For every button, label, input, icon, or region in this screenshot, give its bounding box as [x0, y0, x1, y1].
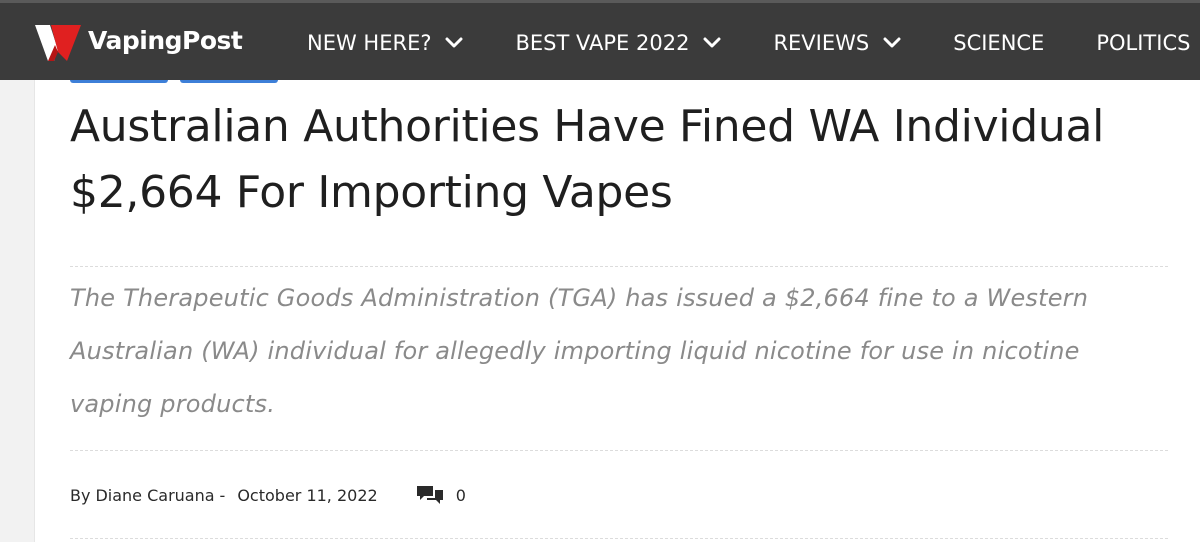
comments-link[interactable]: 0	[416, 484, 466, 506]
chevron-down-icon	[703, 37, 721, 48]
divider	[70, 538, 1168, 539]
comment-count: 0	[455, 485, 466, 505]
article-excerpt: The Therapeutic Goods Administration (TG…	[70, 284, 1089, 418]
article-title: Australian Authorities Have Fined WA Ind…	[70, 101, 1105, 218]
nav-item-science[interactable]: SCIENCE	[953, 31, 1044, 55]
top-navbar: VapingPost NEW HERE? BEST VAPE 2022 REVI…	[0, 0, 1200, 80]
vapingpost-v-logo-icon	[35, 25, 81, 61]
nav-item-label: SCIENCE	[953, 31, 1045, 55]
nav-item-new-here[interactable]: NEW HERE?	[307, 31, 463, 55]
comments-icon	[416, 486, 443, 504]
main-nav: NEW HERE? BEST VAPE 2022 REVIEWS SCIENCE…	[307, 3, 1200, 83]
publish-date: October 11, 2022	[237, 485, 378, 505]
category-tag-fragment[interactable]	[70, 80, 168, 83]
divider	[70, 266, 1168, 267]
article-meta: By Diane Caruana - October 11, 2022 0	[70, 482, 466, 508]
author-link[interactable]: Diane Caruana	[95, 486, 214, 505]
nav-item-label: BEST VAPE 2022	[515, 31, 690, 55]
byline-prefix: By	[70, 485, 91, 505]
nav-item-label: REVIEWS	[773, 31, 870, 55]
divider	[70, 450, 1168, 451]
nav-item-reviews[interactable]: REVIEWS	[773, 31, 901, 55]
nav-item-label: NEW HERE?	[307, 31, 432, 55]
site-logo[interactable]: VapingPost	[34, 21, 243, 65]
site-name: VapingPost	[88, 25, 243, 55]
page-left-margin	[0, 80, 35, 542]
chevron-down-icon	[445, 37, 463, 48]
nav-item-politics[interactable]: POLITICS	[1096, 31, 1190, 55]
byline-separator: -	[219, 485, 226, 505]
nav-item-best-vape-2022[interactable]: BEST VAPE 2022	[515, 31, 721, 55]
category-tag-fragment[interactable]	[180, 80, 278, 83]
nav-item-label: POLITICS	[1096, 31, 1191, 55]
chevron-down-icon	[883, 37, 901, 48]
